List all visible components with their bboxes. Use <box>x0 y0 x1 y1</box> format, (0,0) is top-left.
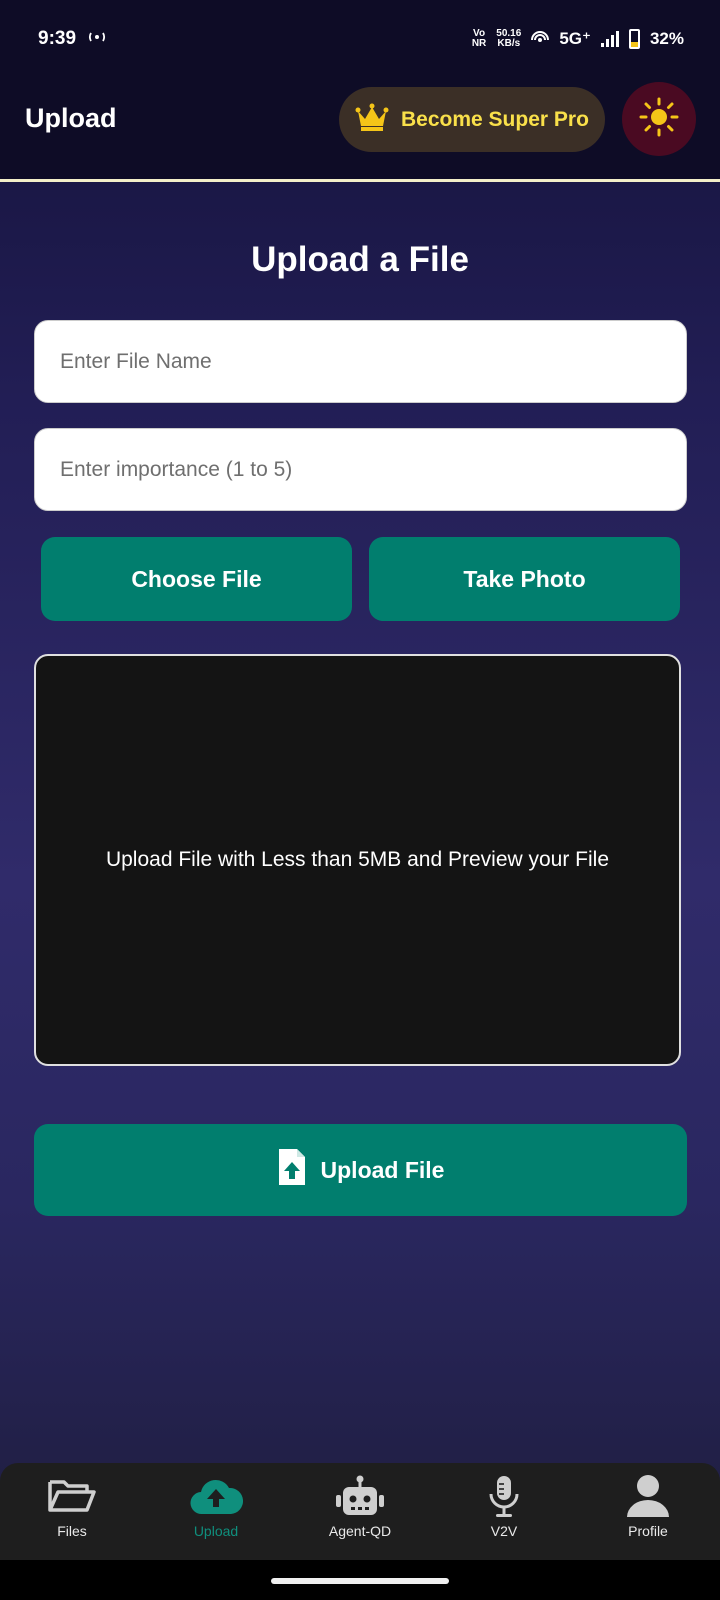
take-photo-label: Take Photo <box>463 565 586 592</box>
robot-icon <box>333 1473 387 1519</box>
nav-item-files[interactable]: Files <box>0 1463 144 1560</box>
folder-open-icon <box>47 1473 97 1519</box>
crown-icon <box>355 102 389 138</box>
home-gesture-handle[interactable] <box>271 1578 449 1584</box>
user-icon <box>625 1473 671 1519</box>
nav-item-profile[interactable]: Profile <box>576 1463 720 1560</box>
status-bar: 9:39 Vo NR 50.16 KB/s 5G⁺ 32% <box>0 0 720 78</box>
battery-icon <box>628 29 640 49</box>
nav-label-upload: Upload <box>193 1523 239 1539</box>
bottom-navigation: Files Upload Agent-QD V2V Profile <box>0 1463 720 1560</box>
choose-file-label: Choose File <box>131 565 262 592</box>
volte-bottom: NR <box>471 38 487 49</box>
battery-percent: 32% <box>649 29 684 48</box>
nav-item-v2v[interactable]: V2V <box>432 1463 576 1560</box>
become-super-pro-button[interactable]: Become Super Pro <box>339 87 605 152</box>
take-photo-button[interactable]: Take Photo <box>369 537 680 621</box>
file-name-input[interactable] <box>60 349 686 374</box>
form-title: Upload a File <box>251 240 469 279</box>
nav-item-agent-qd[interactable]: Agent-QD <box>288 1463 432 1560</box>
nav-label-files: Files <box>57 1523 87 1539</box>
wifi-calling-icon <box>531 28 550 51</box>
page-title: Upload <box>25 103 117 133</box>
status-left: 9:39 <box>38 27 108 51</box>
upload-file-label: Upload File <box>320 1156 445 1183</box>
nav-label-agent-qd: Agent-QD <box>328 1523 392 1539</box>
nav-label-v2v: V2V <box>490 1523 518 1539</box>
cloud-upload-icon <box>189 1473 243 1519</box>
hotspot-icon <box>86 27 108 51</box>
choose-file-button[interactable]: Choose File <box>41 537 352 621</box>
signal-strength-icon <box>600 31 619 47</box>
nav-item-upload[interactable]: Upload <box>144 1463 288 1560</box>
network-type: 5G⁺ <box>559 29 591 48</box>
preview-placeholder-text: Upload File with Less than 5MB and Previ… <box>105 848 610 871</box>
nav-label-profile: Profile <box>628 1523 668 1539</box>
sun-icon <box>639 97 679 142</box>
importance-field-container <box>34 428 687 511</box>
system-gesture-bar <box>0 1560 720 1600</box>
file-name-field-container <box>34 320 687 403</box>
status-time: 9:39 <box>38 28 77 49</box>
theme-toggle-button[interactable] <box>622 82 696 156</box>
microphone-icon <box>487 1473 521 1519</box>
upload-file-button[interactable]: Upload File <box>34 1124 687 1216</box>
network-rate: 50.16 KB/s <box>496 29 521 49</box>
pro-button-label: Become Super Pro <box>401 107 589 131</box>
app-root: 9:39 Vo NR 50.16 KB/s 5G⁺ 32% Upload Bec… <box>0 0 720 1600</box>
app-header: Upload Become Super Pro <box>0 78 720 182</box>
volte-indicator: Vo NR <box>472 29 486 49</box>
file-upload-icon <box>277 1147 307 1193</box>
status-right: Vo NR 50.16 KB/s 5G⁺ 32% <box>472 28 684 51</box>
importance-input[interactable] <box>60 457 686 482</box>
network-rate-unit: KB/s <box>497 38 521 49</box>
file-preview-area: Upload File with Less than 5MB and Previ… <box>34 654 681 1066</box>
